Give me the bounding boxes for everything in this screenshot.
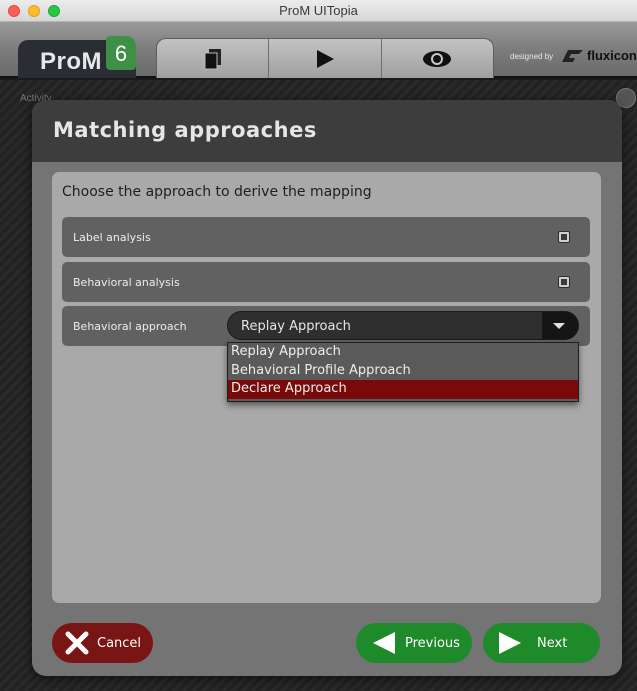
cancel-label: Cancel (97, 635, 142, 651)
dialog-header: Matching approaches (32, 100, 622, 162)
approach-select-value: Replay Approach (241, 319, 351, 334)
cancel-button[interactable]: Cancel (52, 623, 153, 663)
previous-button[interactable]: Previous (356, 623, 472, 663)
option-label-analysis[interactable]: Label analysis (62, 217, 590, 257)
next-button[interactable]: Next (483, 623, 600, 663)
dropdown-item-declare[interactable]: Declare Approach (228, 380, 578, 399)
credit-brand: fluxicon (587, 48, 637, 63)
option-behavioral-approach: Behavioral approach Replay Approach (62, 306, 590, 346)
option-label: Behavioral approach (73, 320, 187, 333)
approach-dropdown-list: Replay Approach Behavioral Profile Appro… (227, 342, 579, 402)
main-toolbar: ProM 6 designed by fluxicon (0, 22, 637, 78)
option-behavioral-analysis[interactable]: Behavioral analysis (62, 262, 590, 302)
dialog-title: Matching approaches (53, 118, 317, 142)
credit-prefix: designed by (510, 52, 554, 61)
eye-icon (423, 50, 452, 67)
behavioral-analysis-checkbox[interactable] (558, 276, 570, 288)
view-tabs (156, 38, 494, 78)
fluxicon-logo: fluxicon (560, 48, 637, 63)
tab-workspace[interactable] (157, 39, 270, 78)
next-label: Next (537, 635, 568, 651)
previous-label: Previous (405, 635, 460, 651)
tab-views[interactable] (382, 39, 493, 78)
option-label: Behavioral analysis (73, 276, 180, 289)
play-icon (316, 49, 334, 68)
matching-approaches-dialog: Matching approaches Choose the approach … (32, 100, 622, 676)
prom-logo: ProM 6 (18, 36, 136, 78)
workspace-icon (204, 48, 221, 69)
chevron-down-icon[interactable] (542, 312, 578, 339)
prompt-text: Choose the approach to derive the mappin… (62, 184, 372, 200)
dropdown-item-behavioral-profile[interactable]: Behavioral Profile Approach (228, 362, 578, 381)
fluxicon-icon (562, 49, 583, 62)
title-bar: ProM UITopia (0, 0, 637, 22)
dropdown-item-replay[interactable]: Replay Approach (228, 343, 578, 362)
approach-select[interactable]: Replay Approach (227, 311, 579, 340)
arrow-right-icon (499, 632, 521, 654)
option-label: Label analysis (73, 231, 151, 244)
logo-text: ProM (40, 48, 102, 75)
tab-actions[interactable] (269, 39, 382, 78)
close-icon (65, 631, 89, 655)
arrow-left-icon (373, 632, 395, 654)
window-title: ProM UITopia (279, 3, 358, 18)
logo-version: 6 (106, 36, 136, 70)
label-analysis-checkbox[interactable] (558, 231, 570, 243)
